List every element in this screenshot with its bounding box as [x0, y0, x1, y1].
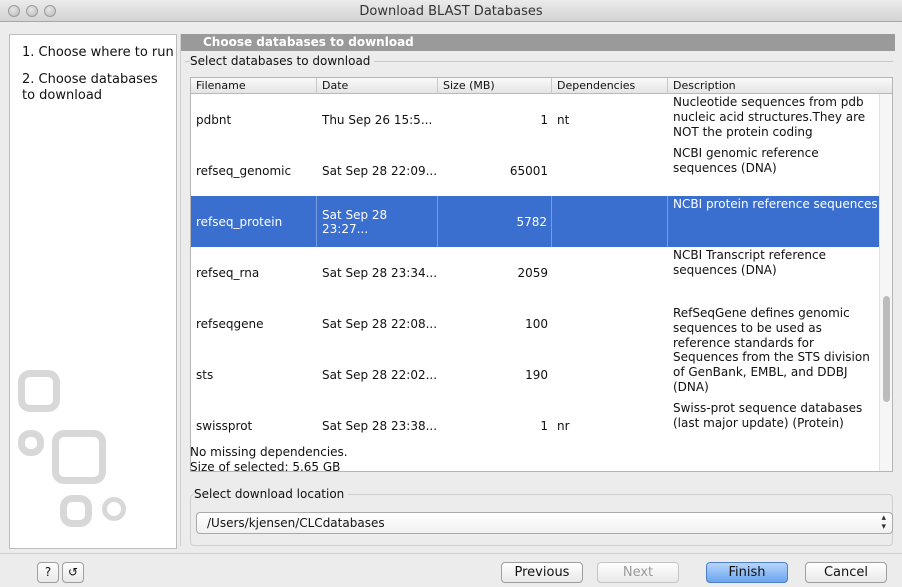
select-arrows-icon: ▴ ▾: [881, 513, 886, 532]
cell-size: 5782: [438, 196, 552, 247]
help-button[interactable]: ?: [37, 562, 59, 583]
cell-filename: refseq_genomic: [196, 163, 292, 178]
select-databases-label: Select databases to download: [190, 54, 375, 68]
cell-size: 190: [525, 367, 548, 382]
window-title: Download BLAST Databases: [359, 4, 543, 19]
cell-date: Sat Sep 28 23:34...: [322, 265, 438, 280]
column-header-dependencies[interactable]: Dependencies: [552, 78, 668, 94]
cell-dependencies: nr: [557, 418, 570, 433]
table-row[interactable]: sts Sat Sep 28 22:02... 190 Sequences fr…: [191, 349, 881, 400]
cell-date: Thu Sep 26 15:5...: [322, 112, 433, 127]
cell-size: 100: [525, 316, 548, 331]
cell-description: Nucleotide sequences from pdb nucleic ac…: [673, 95, 866, 139]
cell-date: Sat Sep 28 23:27...: [317, 196, 438, 247]
table-row[interactable]: swissprot Sat Sep 28 23:38... 1 nr Swiss…: [191, 400, 881, 451]
cell-description: NCBI genomic reference sequences (DNA): [673, 146, 819, 175]
cell-size: 2059: [517, 265, 548, 280]
selected-size-status: Size of selected: 5.65 GB: [190, 460, 341, 474]
cell-description: Swiss-prot sequence databases (last majo…: [673, 401, 863, 430]
cell-description: RefSeqGene defines genomic sequences to …: [673, 306, 850, 349]
cell-filename: refseq_protein: [191, 196, 317, 247]
cell-date: Sat Sep 28 22:09...: [322, 163, 438, 178]
cell-date: Sat Sep 28 22:08...: [322, 316, 438, 331]
cell-filename: swissprot: [196, 418, 253, 433]
cell-date: Sat Sep 28 23:38...: [322, 418, 438, 433]
cell-filename: pdbnt: [196, 112, 232, 127]
cell-filename: refseqgene: [196, 316, 264, 331]
decorative-logo-shape: [18, 370, 60, 412]
column-header-description[interactable]: Description: [668, 78, 892, 94]
cell-description: NCBI protein reference sequences: [673, 197, 878, 211]
cell-dependencies: [552, 145, 668, 196]
cell-dependencies: [552, 349, 668, 400]
cell-filename: sts: [196, 367, 214, 382]
dialog-window: Download BLAST Databases 1. Choose where…: [0, 0, 902, 587]
table-row-selected[interactable]: refseq_protein Sat Sep 28 23:27... 5782 …: [191, 196, 881, 247]
table-row[interactable]: refseq_genomic Sat Sep 28 22:09... 65001…: [191, 145, 881, 196]
reset-button[interactable]: ↺: [62, 562, 84, 583]
cell-description: NCBI Transcript reference sequences (DNA…: [673, 248, 826, 277]
title-bar: Download BLAST Databases: [0, 0, 902, 22]
decorative-logo-shape: [60, 495, 92, 527]
cell-date: Sat Sep 28 22:02...: [322, 367, 438, 382]
cell-size: 1: [540, 112, 548, 127]
cancel-button[interactable]: Cancel: [805, 562, 887, 583]
databases-table: Filename Date Size (MB) Dependencies Des…: [190, 77, 893, 472]
decorative-logo-shape: [102, 497, 126, 521]
cell-dependencies: nt: [557, 112, 570, 127]
table-row[interactable]: refseq_rna Sat Sep 28 23:34... 2059 NCBI…: [191, 247, 881, 298]
dependencies-status: No missing dependencies.: [190, 445, 348, 459]
reset-icon: ↺: [67, 565, 79, 579]
column-header-filename[interactable]: Filename: [191, 78, 317, 94]
column-header-date[interactable]: Date: [317, 78, 438, 94]
cell-dependencies: [552, 196, 668, 247]
wizard-steps-panel: 1. Choose where to run 2. Choose databas…: [9, 34, 177, 549]
decorative-logo-shape: [18, 430, 44, 456]
column-header-size[interactable]: Size (MB): [438, 78, 552, 94]
step-choose-where-to-run[interactable]: 1. Choose where to run: [22, 45, 174, 61]
cell-dependencies: [552, 298, 668, 349]
cell-description: Sequences from the STS division of GenBa…: [673, 350, 870, 394]
cell-filename: refseq_rna: [196, 265, 260, 280]
step-choose-databases[interactable]: 2. Choose databases to download: [22, 72, 172, 104]
cell-size: 1: [540, 418, 548, 433]
download-location-label: Select download location: [194, 487, 349, 501]
table-row[interactable]: pdbnt Thu Sep 26 15:5... 1 nt Nucleotide…: [191, 94, 881, 145]
table-scrollbar[interactable]: [879, 94, 892, 471]
download-location-select[interactable]: /Users/kjensen/CLCdatabases ▴ ▾: [196, 512, 893, 534]
panel-header: Choose databases to download: [181, 34, 895, 51]
table-row[interactable]: refseqgene Sat Sep 28 22:08... 100 RefSe…: [191, 298, 881, 349]
scrollbar-thumb[interactable]: [883, 296, 890, 402]
download-location-value: /Users/kjensen/CLCdatabases: [207, 516, 385, 530]
next-button[interactable]: Next: [597, 562, 679, 583]
cell-size: 65001: [509, 163, 548, 178]
previous-button[interactable]: Previous: [501, 562, 583, 583]
table-header: Filename Date Size (MB) Dependencies Des…: [191, 78, 892, 94]
cell-dependencies: [552, 247, 668, 298]
main-panel: Choose databases to download Select data…: [180, 34, 895, 546]
decorative-logo-shape: [52, 430, 106, 484]
help-icon: ?: [44, 565, 52, 579]
finish-button[interactable]: Finish: [706, 562, 788, 583]
